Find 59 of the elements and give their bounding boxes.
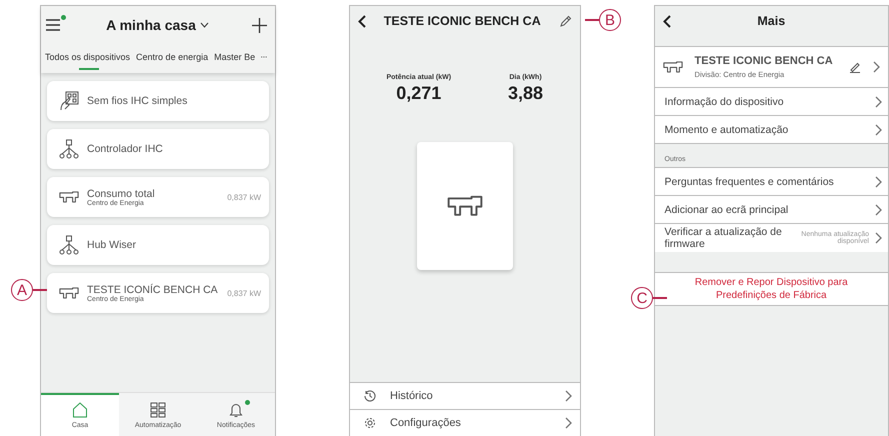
menu-item[interactable]: Configurações [350, 409, 580, 436]
device-name: TESTE ICONÍC BENCH CA [87, 284, 218, 296]
chevron-icon [875, 232, 882, 244]
home-icon [72, 402, 88, 418]
chevron-icon [875, 96, 882, 108]
bell-icon [228, 402, 244, 418]
home-selector[interactable]: A minha casa [106, 17, 209, 33]
pencil-icon[interactable] [849, 61, 861, 73]
power-reading: 0,837 kW [227, 288, 261, 298]
pencil-icon[interactable] [558, 14, 572, 28]
reading-value: 3,88 [508, 83, 544, 104]
device-card[interactable]: Controlador IHC [47, 129, 269, 169]
power-reading: 0,837 kW [227, 192, 261, 202]
remove-device-button[interactable]: Remover e Repor Dispositivo para Predefinições de Fábrica [654, 272, 888, 306]
device-name: Controlador IHC [87, 143, 163, 155]
network-hub-icon [59, 235, 79, 255]
back-icon[interactable] [358, 14, 366, 28]
leader-line [585, 19, 599, 21]
category-tab[interactable]: Todos os dispositivos [45, 44, 130, 70]
category-tab[interactable]: Centro de energia [136, 44, 208, 70]
menu-item[interactable]: Informação do dispositivo [654, 87, 888, 115]
menu-button[interactable] [45, 18, 63, 32]
gear-icon [364, 417, 376, 429]
add-icon[interactable] [252, 18, 267, 32]
network-hub-icon [59, 139, 79, 159]
menu-item[interactable]: Histórico [350, 382, 580, 409]
callout-label: A [11, 279, 33, 301]
history-icon [364, 390, 376, 402]
screen-title: TESTE ICONIC BENCH CA [384, 14, 541, 28]
device-name: Consumo total [87, 188, 155, 200]
chevron-icon [873, 61, 880, 73]
chevron-icon [564, 417, 572, 429]
callout-label: B [599, 9, 621, 31]
caret-icon [200, 22, 209, 28]
meter-icon [662, 61, 683, 73]
grid-icon [150, 402, 166, 418]
meter-icon [59, 287, 79, 299]
chevron-icon [564, 390, 572, 402]
chevron-icon [875, 124, 882, 136]
menu-item[interactable]: Adicionar ao ecrã principal [654, 195, 888, 223]
device-card[interactable]: Hub Wiser [47, 225, 269, 265]
callout-label: C [631, 287, 653, 309]
device-card[interactable]: Sem fios IHC simples [47, 81, 269, 121]
leader-line [33, 289, 47, 291]
device-name: Hub Wiser [87, 239, 136, 251]
device-name: TESTE ICONIC BENCH CA [694, 55, 834, 67]
menu-item[interactable]: Momento e automatização [654, 115, 888, 143]
reading-value: 0,271 [396, 83, 442, 104]
category-tab[interactable]: Master Be [214, 44, 256, 70]
meter-icon [446, 195, 483, 217]
device-name: Sem fios IHC simples [87, 95, 188, 107]
touch-panel-icon [59, 91, 79, 111]
chevron-icon [875, 204, 882, 216]
back-icon[interactable] [662, 14, 671, 28]
meter-icon [59, 191, 79, 203]
menu-item[interactable]: Perguntas frequentes e comentários [654, 167, 888, 195]
leader-line [653, 297, 667, 299]
screen-title: Mais [757, 14, 786, 28]
chevron-icon [875, 176, 882, 188]
